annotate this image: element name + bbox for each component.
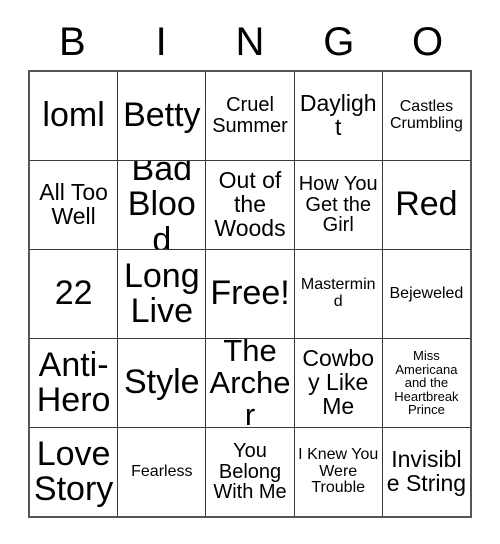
bingo-header-letter-i: I — [155, 20, 167, 64]
bingo-row: 22 Long Live Free! Mastermind Bejeweled — [30, 249, 471, 338]
bingo-cell-label: 22 — [54, 274, 93, 313]
bingo-cell[interactable]: Fearless — [117, 428, 206, 516]
bingo-cell[interactable]: Out of the Woods — [205, 161, 294, 249]
bingo-cell-label: Betty — [123, 96, 201, 135]
bingo-cell-label: Red — [395, 185, 458, 224]
bingo-row: All Too Well Bad Blood Out of the Woods … — [30, 160, 471, 249]
bingo-header-letter-b: B — [59, 20, 86, 64]
bingo-cell-label: loml — [42, 96, 105, 135]
bingo-cell-label: Invisible String — [386, 446, 467, 496]
bingo-cell-label: Long Live — [123, 256, 200, 330]
bingo-cell-label: Fearless — [131, 462, 193, 480]
bingo-cell-label: All Too Well — [39, 179, 108, 229]
bingo-cell-label: Love Story — [33, 434, 114, 508]
bingo-cell[interactable]: Betty — [117, 72, 206, 160]
bingo-cell[interactable]: 22 — [30, 250, 118, 338]
bingo-cell-label: Anti-Hero — [36, 345, 111, 419]
bingo-cell-label: Style — [124, 363, 200, 402]
bingo-cell-label: Mastermind — [300, 276, 376, 310]
bingo-card: B I N G O loml Betty Cruel Summer Daylig… — [28, 14, 472, 518]
bingo-cell-label: Bad Blood — [127, 161, 196, 249]
bingo-header-letter-g: G — [323, 20, 355, 64]
bingo-cell[interactable]: Style — [117, 339, 206, 427]
bingo-cell[interactable]: How You Get the Girl — [293, 161, 382, 249]
bingo-row: Anti-Hero Style The Archer Cowboy Like M… — [30, 338, 471, 427]
bingo-cell-label: Cowboy Like Me — [302, 345, 375, 419]
bingo-cell[interactable]: Love Story — [30, 428, 118, 516]
bingo-cell-label: I Knew You Were Trouble — [298, 446, 379, 497]
bingo-cell[interactable]: Miss Americana and the Heartbreak Prince — [381, 339, 471, 427]
bingo-cell-label: Castles Crumbling — [389, 98, 463, 132]
bingo-cell[interactable]: Cowboy Like Me — [293, 339, 382, 427]
bingo-row: Love Story Fearless You Belong With Me I… — [30, 427, 471, 516]
bingo-cell[interactable]: Mastermind — [293, 250, 382, 338]
bingo-cell-label: Free! — [210, 274, 290, 313]
bingo-cell-label: Bejeweled — [389, 284, 464, 302]
bingo-cell[interactable]: Red — [381, 161, 471, 249]
bingo-cell-label: You Belong With Me — [213, 439, 287, 504]
bingo-cell[interactable]: The Archer — [205, 339, 294, 427]
bingo-header-letter-o: O — [412, 20, 444, 64]
bingo-cell[interactable]: I Knew You Were Trouble — [293, 428, 382, 516]
bingo-cell[interactable]: Castles Crumbling — [381, 72, 471, 160]
bingo-cell[interactable]: Long Live — [117, 250, 206, 338]
bingo-cell[interactable]: Invisible String — [381, 428, 471, 516]
bingo-cell-label: Miss Americana and the Heartbreak Prince — [394, 348, 459, 418]
bingo-cell[interactable]: Bad Blood — [117, 161, 206, 249]
bingo-header-letter-n: N — [235, 20, 265, 64]
bingo-cell-label: Out of the Woods — [214, 167, 286, 241]
bingo-cell-label: The Archer — [209, 339, 291, 427]
bingo-header-row: B I N G O — [28, 14, 472, 70]
bingo-cell[interactable]: All Too Well — [30, 161, 118, 249]
bingo-cell[interactable]: Cruel Summer — [205, 72, 294, 160]
bingo-cell[interactable]: You Belong With Me — [205, 428, 294, 516]
bingo-free-cell[interactable]: Free! — [205, 250, 294, 338]
bingo-cell-label: Daylight — [299, 90, 377, 140]
bingo-cell[interactable]: loml — [30, 72, 118, 160]
bingo-cell-label: How You Get the Girl — [298, 172, 378, 237]
bingo-row: loml Betty Cruel Summer Daylight Castles… — [30, 72, 471, 160]
bingo-grid: loml Betty Cruel Summer Daylight Castles… — [28, 70, 472, 518]
bingo-cell[interactable]: Bejeweled — [381, 250, 471, 338]
bingo-cell[interactable]: Anti-Hero — [30, 339, 118, 427]
bingo-cell[interactable]: Daylight — [293, 72, 382, 160]
bingo-cell-label: Cruel Summer — [212, 94, 288, 137]
